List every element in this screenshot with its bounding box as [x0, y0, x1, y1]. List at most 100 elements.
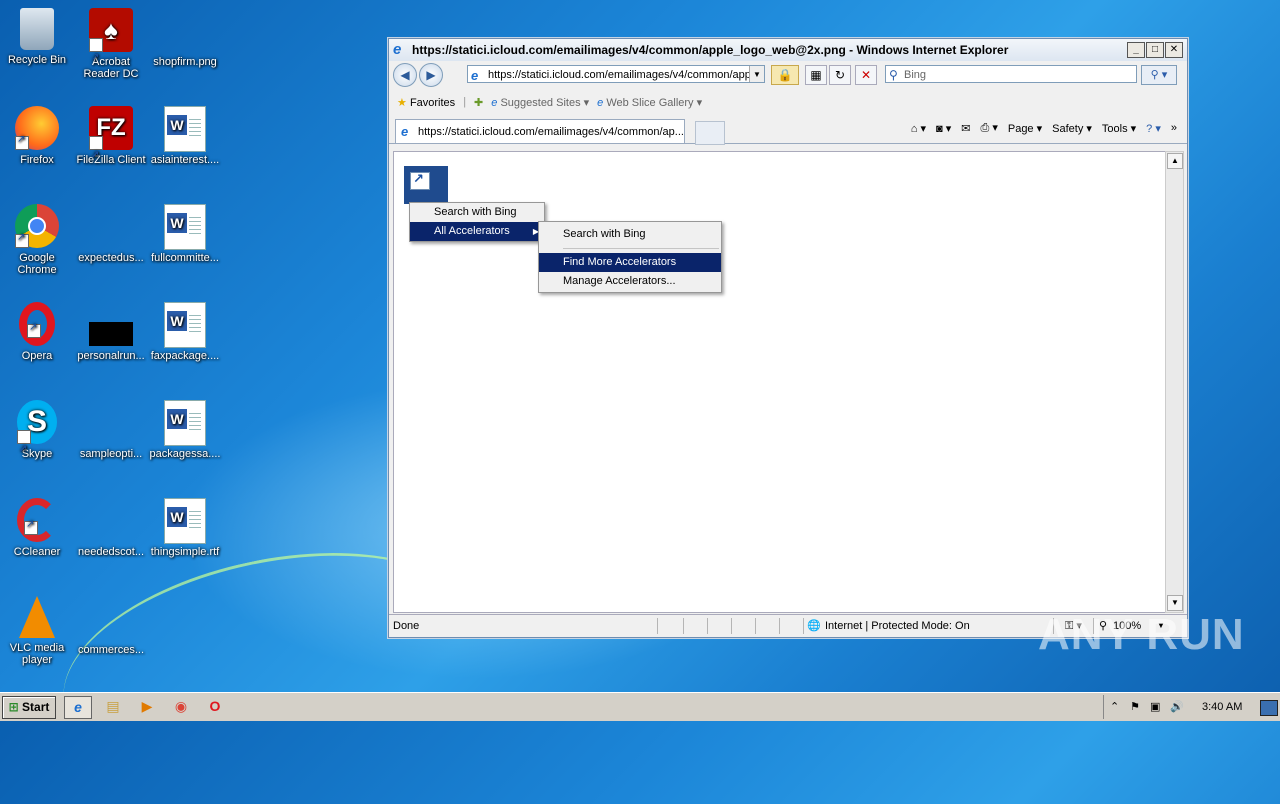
blank-file-icon	[89, 498, 133, 542]
home-icon[interactable]: ⌂ ▾	[911, 122, 926, 135]
star-icon: ★	[397, 96, 407, 109]
desktop-icon-file-faxpackage[interactable]: faxpackage....	[148, 302, 222, 362]
tools-menu[interactable]: Tools ▾	[1102, 122, 1136, 135]
page-favicon-icon: e	[471, 68, 479, 83]
compatibility-icon[interactable]: ▦	[805, 65, 827, 85]
read-mail-icon[interactable]: ✉	[961, 122, 970, 135]
desktop-icon-chrome[interactable]: Google Chrome	[0, 204, 74, 276]
submenu-item-find-more-accelerators[interactable]: Find More Accelerators	[539, 253, 721, 272]
feeds-icon[interactable]: ◙ ▾	[936, 122, 951, 135]
tab-current[interactable]: e https://statici.icloud.com/emailimages…	[395, 119, 685, 143]
desktop-icon-file-personalrun[interactable]: personalrun...	[74, 302, 148, 362]
taskbar-explorer-icon[interactable]: ▤	[100, 696, 126, 717]
opera-icon	[19, 302, 55, 346]
action-center-flag-icon[interactable]: ⚑	[1130, 695, 1140, 719]
desktop-icon-file-asiainterest[interactable]: asiainterest....	[148, 106, 222, 166]
start-button[interactable]: ⊞ Start	[2, 696, 56, 719]
desktop-icon-opera[interactable]: Opera	[0, 302, 74, 362]
lock-icon[interactable]: 🔒	[771, 65, 799, 85]
blank-file-icon	[89, 596, 133, 640]
web-slice-gallery-link[interactable]: e Web Slice Gallery ▾	[597, 96, 702, 109]
word-document-icon	[163, 400, 207, 446]
desktop-icon-file-fullcommitte[interactable]: fullcommitte...	[148, 204, 222, 264]
network-icon[interactable]: ▣	[1150, 695, 1160, 719]
submenu-item-search-with-bing[interactable]: Search with Bing	[539, 225, 721, 244]
taskbar-media-player-icon[interactable]: ▶	[134, 696, 160, 717]
vertical-scrollbar[interactable]: ▲ ▼	[1165, 151, 1184, 613]
status-divider	[683, 618, 684, 634]
submenu-item-manage-accelerators[interactable]: Manage Accelerators...	[539, 272, 721, 291]
status-divider	[731, 618, 732, 634]
search-button[interactable]: ⚲ ▾	[1141, 65, 1177, 85]
status-divider	[779, 618, 780, 634]
suggested-sites-link[interactable]: e Suggested Sites ▾	[491, 96, 589, 109]
maximize-button[interactable]: □	[1146, 42, 1164, 58]
search-input[interactable]: ⚲ Bing	[885, 65, 1137, 83]
desktop-icon-ccleaner[interactable]: CCleaner	[0, 498, 74, 558]
desktop-icon-file-sampleopti[interactable]: sampleopti...	[74, 400, 148, 460]
volume-icon[interactable]: 🔊	[1170, 695, 1184, 719]
desktop-icon-file-packagessa[interactable]: packagessa....	[148, 400, 222, 460]
scroll-down-icon[interactable]: ▼	[1167, 595, 1183, 611]
search-icon: ⚲	[889, 68, 898, 82]
refresh-button[interactable]: ↻	[829, 65, 851, 85]
minimize-button[interactable]: _	[1127, 42, 1145, 58]
help-icon[interactable]: ? ▾	[1146, 122, 1161, 135]
close-button[interactable]: ✕	[1165, 42, 1183, 58]
context-menu: Search with Bing All Accelerators ▶	[409, 202, 545, 242]
ccleaner-icon	[17, 498, 57, 542]
menu-item-search-with-bing[interactable]: Search with Bing	[410, 203, 544, 222]
menu-item-label: All Accelerators	[434, 225, 510, 237]
add-favorites-icon[interactable]: ✚	[474, 96, 483, 109]
desktop-icon-file-shopfirm[interactable]: shopfirm.png	[148, 8, 222, 68]
acrobat-icon: ♠	[89, 8, 133, 80]
desktop-icon-acrobat[interactable]: ♠ Acrobat Reader DC	[74, 8, 148, 80]
forward-button[interactable]: ▶	[419, 63, 443, 87]
taskbar-opera-icon[interactable]: O	[202, 696, 228, 717]
status-divider	[803, 618, 804, 634]
word-document-icon	[163, 204, 207, 250]
page-menu[interactable]: Page ▾	[1008, 122, 1042, 135]
chevron-more-icon[interactable]: »	[1171, 122, 1177, 134]
status-text: Done	[393, 620, 420, 632]
desktop-icon-recycle-bin[interactable]: Recycle Bin	[0, 8, 74, 66]
globe-icon: 🌐	[807, 620, 821, 632]
menu-separator	[563, 248, 719, 249]
search-placeholder: Bing	[904, 69, 927, 81]
desktop-icon-filezilla[interactable]: FZ FileZilla Client	[74, 106, 148, 178]
address-dropdown-icon[interactable]: ▼	[749, 66, 764, 82]
desktop-icon-file-neededscot[interactable]: neededscot...	[74, 498, 148, 558]
clock[interactable]: 3:40 AM	[1202, 695, 1242, 719]
status-divider	[707, 618, 708, 634]
address-bar[interactable]: e https://statici.icloud.com/emailimages…	[467, 65, 765, 83]
print-icon[interactable]: ⎙ ▾	[980, 121, 997, 135]
desktop-icon-vlc[interactable]: VLC media player	[0, 596, 74, 666]
taskbar-chrome-icon[interactable]: ◉	[168, 696, 194, 717]
favorites-button[interactable]: ★ Favorites	[397, 96, 455, 109]
blank-file-icon	[89, 400, 133, 444]
desktop-icon-file-expectedus[interactable]: expectedus...	[74, 204, 148, 264]
title-bar[interactable]: e https://statici.icloud.com/emailimages…	[389, 39, 1187, 61]
black-image-icon	[89, 322, 133, 346]
safety-menu[interactable]: Safety ▾	[1052, 122, 1092, 135]
menu-item-all-accelerators[interactable]: All Accelerators ▶	[410, 222, 544, 241]
ie-window: e https://statici.icloud.com/emailimages…	[388, 38, 1188, 638]
desktop-icon-file-commerces[interactable]: commerces...	[74, 596, 148, 656]
accelerators-submenu: Search with Bing Find More Accelerators …	[538, 221, 722, 293]
tray-expand-icon[interactable]: ⌃	[1110, 695, 1119, 719]
skype-icon: S	[17, 400, 57, 472]
status-divider	[657, 618, 658, 634]
stop-button[interactable]: ✕	[855, 65, 877, 85]
desktop-icon-file-thingsimple[interactable]: thingsimple.rtf	[148, 498, 222, 558]
back-button[interactable]: ◀	[393, 63, 417, 87]
scroll-up-icon[interactable]: ▲	[1167, 153, 1183, 169]
show-desktop-icon[interactable]	[1260, 700, 1278, 716]
address-text: https://statici.icloud.com/emailimages/v…	[488, 69, 751, 81]
desktop-icon-firefox[interactable]: Firefox	[0, 106, 74, 166]
taskbar-ie-icon[interactable]: e	[64, 696, 92, 719]
security-zone-text[interactable]: Internet | Protected Mode: On	[825, 615, 970, 637]
new-tab-button[interactable]	[695, 121, 725, 145]
desktop-icon-skype[interactable]: S Skype	[0, 400, 74, 472]
broken-image-icon[interactable]	[404, 166, 448, 204]
word-document-icon	[163, 302, 207, 348]
